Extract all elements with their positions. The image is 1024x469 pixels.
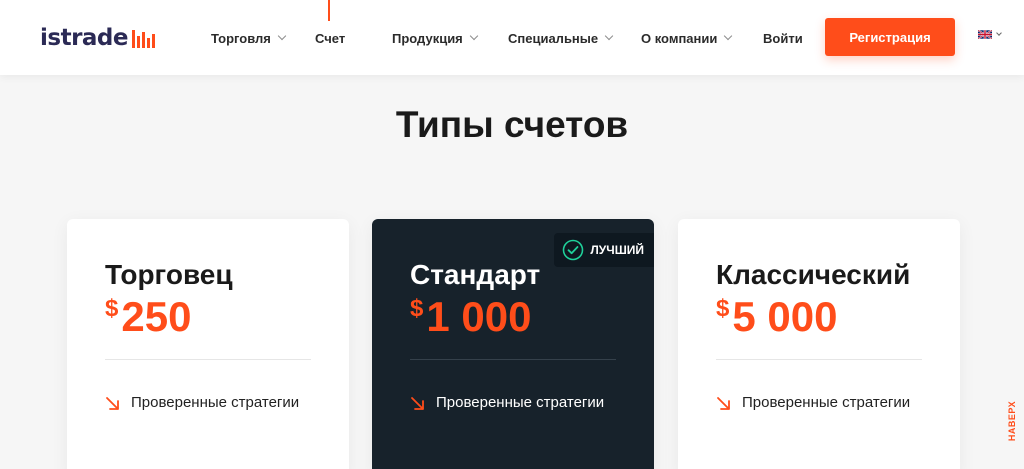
currency-symbol: $ (410, 295, 424, 322)
best-badge-label: ЛУЧШИЙ (590, 243, 644, 257)
check-circle-icon (563, 239, 584, 261)
nav-item-special[interactable]: Специальные (508, 28, 614, 48)
back-to-top-button[interactable]: НАВЕРХ (1004, 395, 1020, 447)
card-title: Стандарт (410, 259, 541, 290)
arrow-down-right-icon (106, 397, 119, 410)
account-card-standard[interactable]: ЛУЧШИЙ Стандарт $ 1 000 Проверенные стра… (372, 219, 654, 469)
card-title: Классический (716, 259, 911, 290)
best-badge: ЛУЧШИЙ (554, 233, 654, 267)
nav-item-special-label: Специальные (508, 30, 599, 46)
price-amount: 5 000 (732, 293, 838, 340)
feature-item: Проверенные стратегии (410, 391, 630, 421)
divider (105, 359, 311, 360)
login-link[interactable]: Войти (763, 28, 803, 48)
divider (410, 359, 616, 360)
nav-item-products[interactable]: Продукция (392, 28, 479, 48)
arrow-down-right-icon (411, 397, 424, 410)
nav-item-account-label: Счет (315, 30, 346, 46)
nav-item-about[interactable]: О компании (641, 28, 733, 48)
feature-text: Проверенные стратегии (436, 394, 605, 411)
logo-bars-icon (132, 28, 157, 48)
section-title: Типы счетов (395, 104, 629, 145)
back-to-top-label: НАВЕРХ (1007, 400, 1018, 442)
feature-text: Проверенные стратегии (742, 394, 911, 411)
card-price: $ 5 000 (716, 292, 837, 344)
nav-item-trading[interactable]: Торговля (211, 28, 287, 48)
arrow-down-right-icon (717, 397, 730, 410)
site-header: istrade Торговля Счет Продукция Специаль… (0, 0, 1024, 75)
card-price: $ 250 (105, 292, 191, 344)
chevron-down-icon (996, 30, 1002, 36)
chevron-down-icon (604, 31, 614, 40)
account-card-classic[interactable]: Классический $ 5 000 Проверенные стратег… (678, 219, 960, 469)
chevron-down-icon (724, 31, 733, 40)
currency-symbol: $ (105, 295, 119, 322)
divider (716, 359, 922, 360)
currency-symbol: $ (716, 295, 730, 322)
price-amount: 250 (121, 293, 192, 340)
nav-item-account[interactable]: Счет (315, 28, 345, 48)
nav-item-trading-label: Торговля (211, 30, 271, 46)
chevron-down-icon (469, 31, 479, 40)
card-title: Торговец (105, 259, 233, 290)
language-switcher[interactable] (978, 30, 1002, 39)
login-label: Войти (763, 30, 803, 46)
logo[interactable]: istrade (40, 24, 157, 52)
nav-item-about-label: О компании (641, 30, 718, 46)
account-card-trader[interactable]: Торговец $ 250 Проверенные стратегии (67, 219, 349, 469)
chevron-down-icon (277, 31, 287, 40)
uk-flag-icon (978, 30, 992, 39)
logo-text: istrade (40, 25, 129, 51)
feature-item: Проверенные стратегии (716, 391, 936, 421)
register-button[interactable]: Регистрация (825, 18, 955, 56)
nav-item-products-label: Продукция (392, 30, 463, 46)
card-price: $ 1 000 (410, 292, 531, 344)
feature-item: Проверенные стратегии (105, 391, 325, 421)
price-amount: 1 000 (426, 293, 532, 340)
active-nav-indicator (328, 0, 330, 21)
feature-text: Проверенные стратегии (131, 394, 300, 411)
